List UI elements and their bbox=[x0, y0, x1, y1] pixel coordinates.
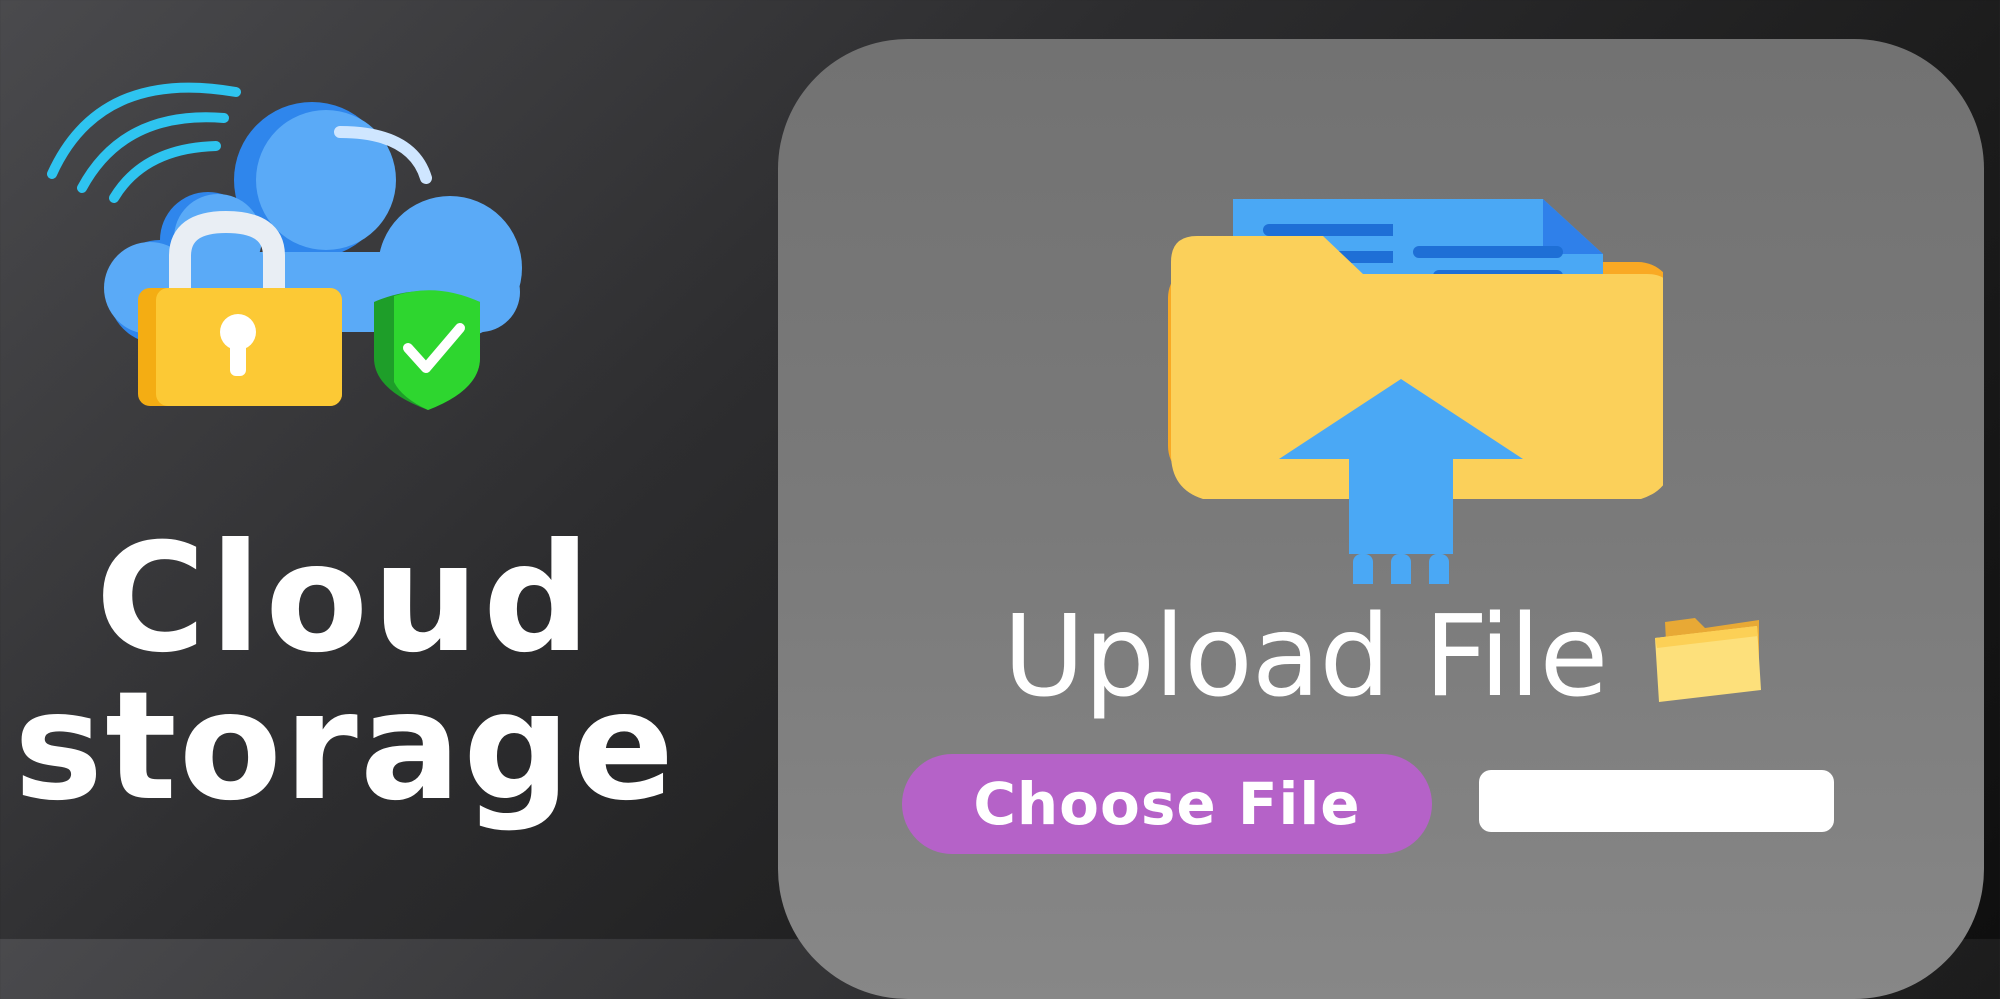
file-name-field[interactable] bbox=[1479, 770, 1834, 832]
upload-heading: Upload File bbox=[1003, 587, 1767, 727]
cloud-security-illustration bbox=[47, 82, 522, 410]
wifi-signal-icon bbox=[47, 82, 241, 203]
folder-emoji-icon bbox=[1655, 618, 1762, 702]
choose-file-button[interactable]: Choose File bbox=[902, 754, 1432, 854]
folder-upload-arrow-icon bbox=[1168, 199, 1663, 584]
brand-title-line-1: Cloud bbox=[95, 512, 595, 686]
security-shield-check-icon bbox=[374, 290, 480, 410]
brand-title-line-2: storage bbox=[13, 660, 677, 834]
upload-card: Upload File Choose File bbox=[778, 39, 1984, 999]
brand-title: Cloud storage bbox=[0, 512, 690, 834]
upload-heading-text: Upload File bbox=[1003, 592, 1608, 722]
branding-panel: Cloud storage bbox=[0, 0, 760, 939]
